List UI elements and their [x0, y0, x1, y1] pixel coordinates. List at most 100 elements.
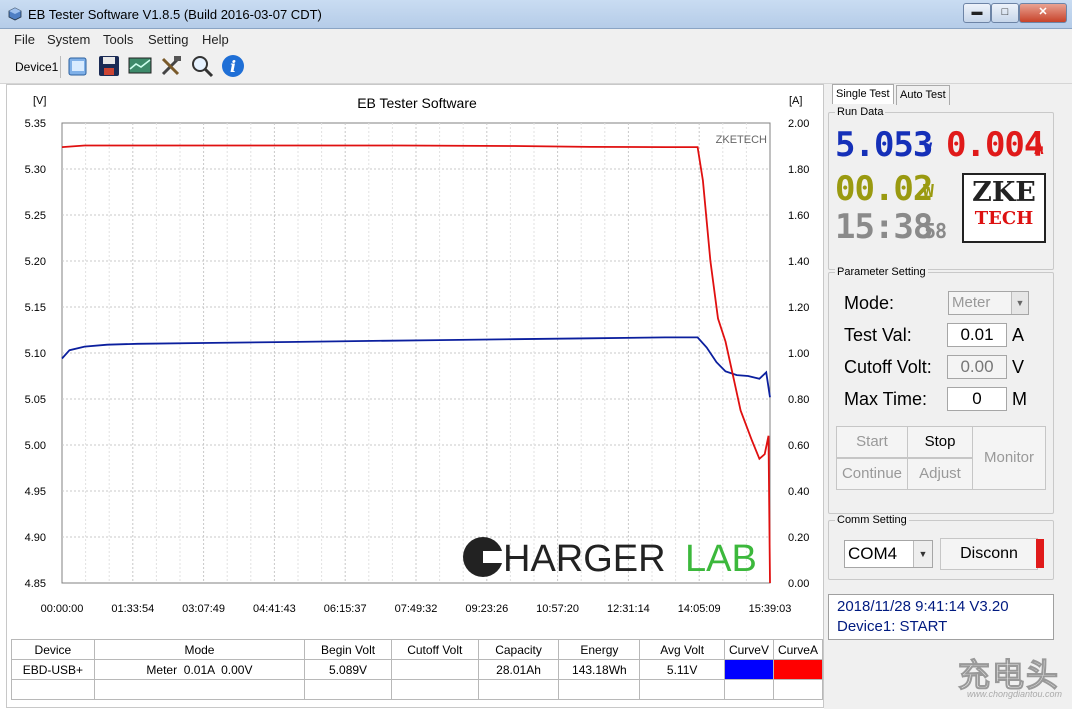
table-header-row: Device Mode Begin Volt Cutoff Volt Capac… [11, 639, 824, 660]
start-button[interactable]: Start [836, 426, 908, 458]
control-panel: Single Test Auto Test Run Data 5.053 V 0… [824, 84, 1072, 709]
th-energy: Energy [558, 639, 641, 660]
logo-zke: ZKE [972, 177, 1036, 208]
disconnect-button[interactable]: Disconn [940, 538, 1038, 570]
test-val-unit: A [1012, 325, 1025, 345]
cutoff-volt-unit: V [1012, 357, 1025, 377]
status-datetime: 2018/11/28 9:41:14 V3.20 [837, 598, 1009, 615]
tab-single-test[interactable]: Single Test [832, 84, 894, 104]
chargerlab-word: HARGER [503, 538, 666, 580]
window-title: EB Tester Software V1.8.5 (Build 2016-03… [28, 7, 322, 22]
current-readout: 0.004 [946, 125, 1044, 165]
mode-select-value: Meter [952, 294, 991, 311]
power-readout: 00.02 [835, 169, 933, 209]
x-tick-label: 09:23:26 [465, 603, 508, 615]
info-icon[interactable]: i [221, 54, 245, 78]
mode-label: Mode: [844, 293, 895, 313]
chevron-down-icon: ▼ [913, 541, 932, 567]
y-axis-right-label: [A] [789, 95, 802, 107]
cell-begin-volt: 5.089V [304, 659, 392, 680]
menu-file[interactable]: File [14, 32, 35, 47]
y-tick-label-right: 0.20 [788, 532, 809, 544]
current-unit: A [1034, 139, 1044, 158]
voltage-unit: V [923, 139, 933, 158]
zketech-logo: ZKE TECH [962, 173, 1046, 243]
th-curve-v: CurveV [724, 639, 774, 660]
tab-auto-test[interactable]: Auto Test [896, 85, 950, 105]
cutoff-volt-input[interactable]: 0.00 [947, 355, 1007, 379]
continue-button[interactable]: Continue [836, 458, 908, 490]
chart: 5.35 2.00 5.30 1.80 5.25 1.60 5.20 1.40 5.15 1.20… [25, 95, 810, 615]
curve-a-color-swatch[interactable] [772, 659, 824, 680]
chart-title: EB Tester Software [357, 95, 477, 111]
y-tick-label-right: 1.40 [788, 256, 809, 268]
menu-tools[interactable]: Tools [103, 32, 133, 47]
adjust-button[interactable]: Adjust [907, 458, 973, 490]
minimize-button[interactable]: ▬ [963, 3, 991, 23]
title-bar: EB Tester Software V1.8.5 (Build 2016-03… [0, 0, 1072, 29]
save-disk-icon[interactable] [97, 54, 121, 78]
x-tick-label: 07:49:32 [395, 603, 438, 615]
monitor-screen-icon[interactable] [128, 54, 152, 78]
th-capacity: Capacity [477, 639, 560, 660]
y-tick-label-right: 1.60 [788, 210, 809, 222]
close-button[interactable]: ✕ [1019, 3, 1067, 23]
maximize-button[interactable]: □ [991, 3, 1019, 23]
test-val-input[interactable]: 0.01 [947, 323, 1007, 347]
chart-annotation: ZKETECH [716, 134, 767, 146]
toolbar-divider [60, 56, 61, 78]
stop-button[interactable]: Stop [907, 426, 973, 458]
y-tick-label-left: 5.35 [25, 118, 46, 130]
cell-cutoff-volt [390, 659, 479, 680]
curve-v-color-swatch[interactable] [724, 659, 774, 680]
y-tick-label-left: 5.10 [25, 348, 46, 360]
monitor-button[interactable]: Monitor [972, 426, 1046, 490]
tools-icon[interactable] [159, 54, 183, 78]
run-data-title: Run Data [835, 106, 886, 118]
table-row[interactable]: EBD-USB+ Meter 0.01A 0.00V 5.089V 28.01A… [11, 659, 824, 680]
cell-mode: Meter 0.01A 0.00V [93, 659, 306, 680]
th-cutoff-volt: Cutoff Volt [390, 639, 479, 660]
th-avg-volt: Avg Volt [639, 639, 725, 660]
y-tick-label-right: 1.00 [788, 348, 809, 360]
y-axis-left-label: [V] [33, 95, 46, 107]
test-val-label: Test Val: [844, 325, 912, 345]
watermark-url: www.chongdiantou.com [966, 689, 1062, 699]
y-tick-label-right: 0.00 [788, 578, 809, 590]
y-tick-label-left: 4.95 [25, 486, 46, 498]
device-selector[interactable]: Device1 [15, 60, 58, 74]
x-tick-label: 01:33:54 [111, 603, 154, 615]
cell-capacity: 28.01Ah [477, 659, 560, 680]
status-device: Device1: START [837, 618, 948, 635]
y-tick-label-left: 5.15 [25, 302, 46, 314]
x-tick-label: 00:00:00 [41, 603, 84, 615]
y-tick-label-left: 5.30 [25, 164, 46, 176]
y-tick-label-left: 5.05 [25, 394, 46, 406]
th-device: Device [11, 639, 95, 660]
time-readout: 15:38 [835, 207, 933, 247]
y-tick-label-right: 0.60 [788, 440, 809, 452]
com-port-select[interactable]: COM4 ▼ [844, 540, 933, 568]
toolbar: Device1 i [0, 51, 1072, 84]
y-tick-label-right: 0.80 [788, 394, 809, 406]
menu-setting[interactable]: Setting [148, 32, 188, 47]
zoom-magnifier-icon[interactable] [190, 54, 214, 78]
y-tick-label-right: 1.20 [788, 302, 809, 314]
table-row-empty [11, 679, 824, 700]
y-tick-label-left: 5.25 [25, 210, 46, 222]
y-tick-label-right: 2.00 [788, 118, 809, 130]
open-folder-icon[interactable] [66, 54, 90, 78]
chevron-down-icon: ▼ [1011, 292, 1028, 314]
menu-help[interactable]: Help [202, 32, 229, 47]
y-tick-label-left: 4.90 [25, 532, 46, 544]
max-time-unit: M [1012, 389, 1027, 409]
max-time-input[interactable]: 0 [947, 387, 1007, 411]
menu-system[interactable]: System [47, 32, 90, 47]
x-tick-label: 12:31:14 [607, 603, 650, 615]
menu-bar: File System Tools Setting Help [0, 29, 1072, 51]
chargerlab-logo: HARGER LAB [463, 537, 757, 580]
com-port-value: COM4 [848, 544, 898, 563]
mode-select[interactable]: Meter ▼ [948, 291, 1029, 315]
parameter-title: Parameter Setting [835, 266, 928, 278]
x-tick-label: 15:39:03 [749, 603, 792, 615]
